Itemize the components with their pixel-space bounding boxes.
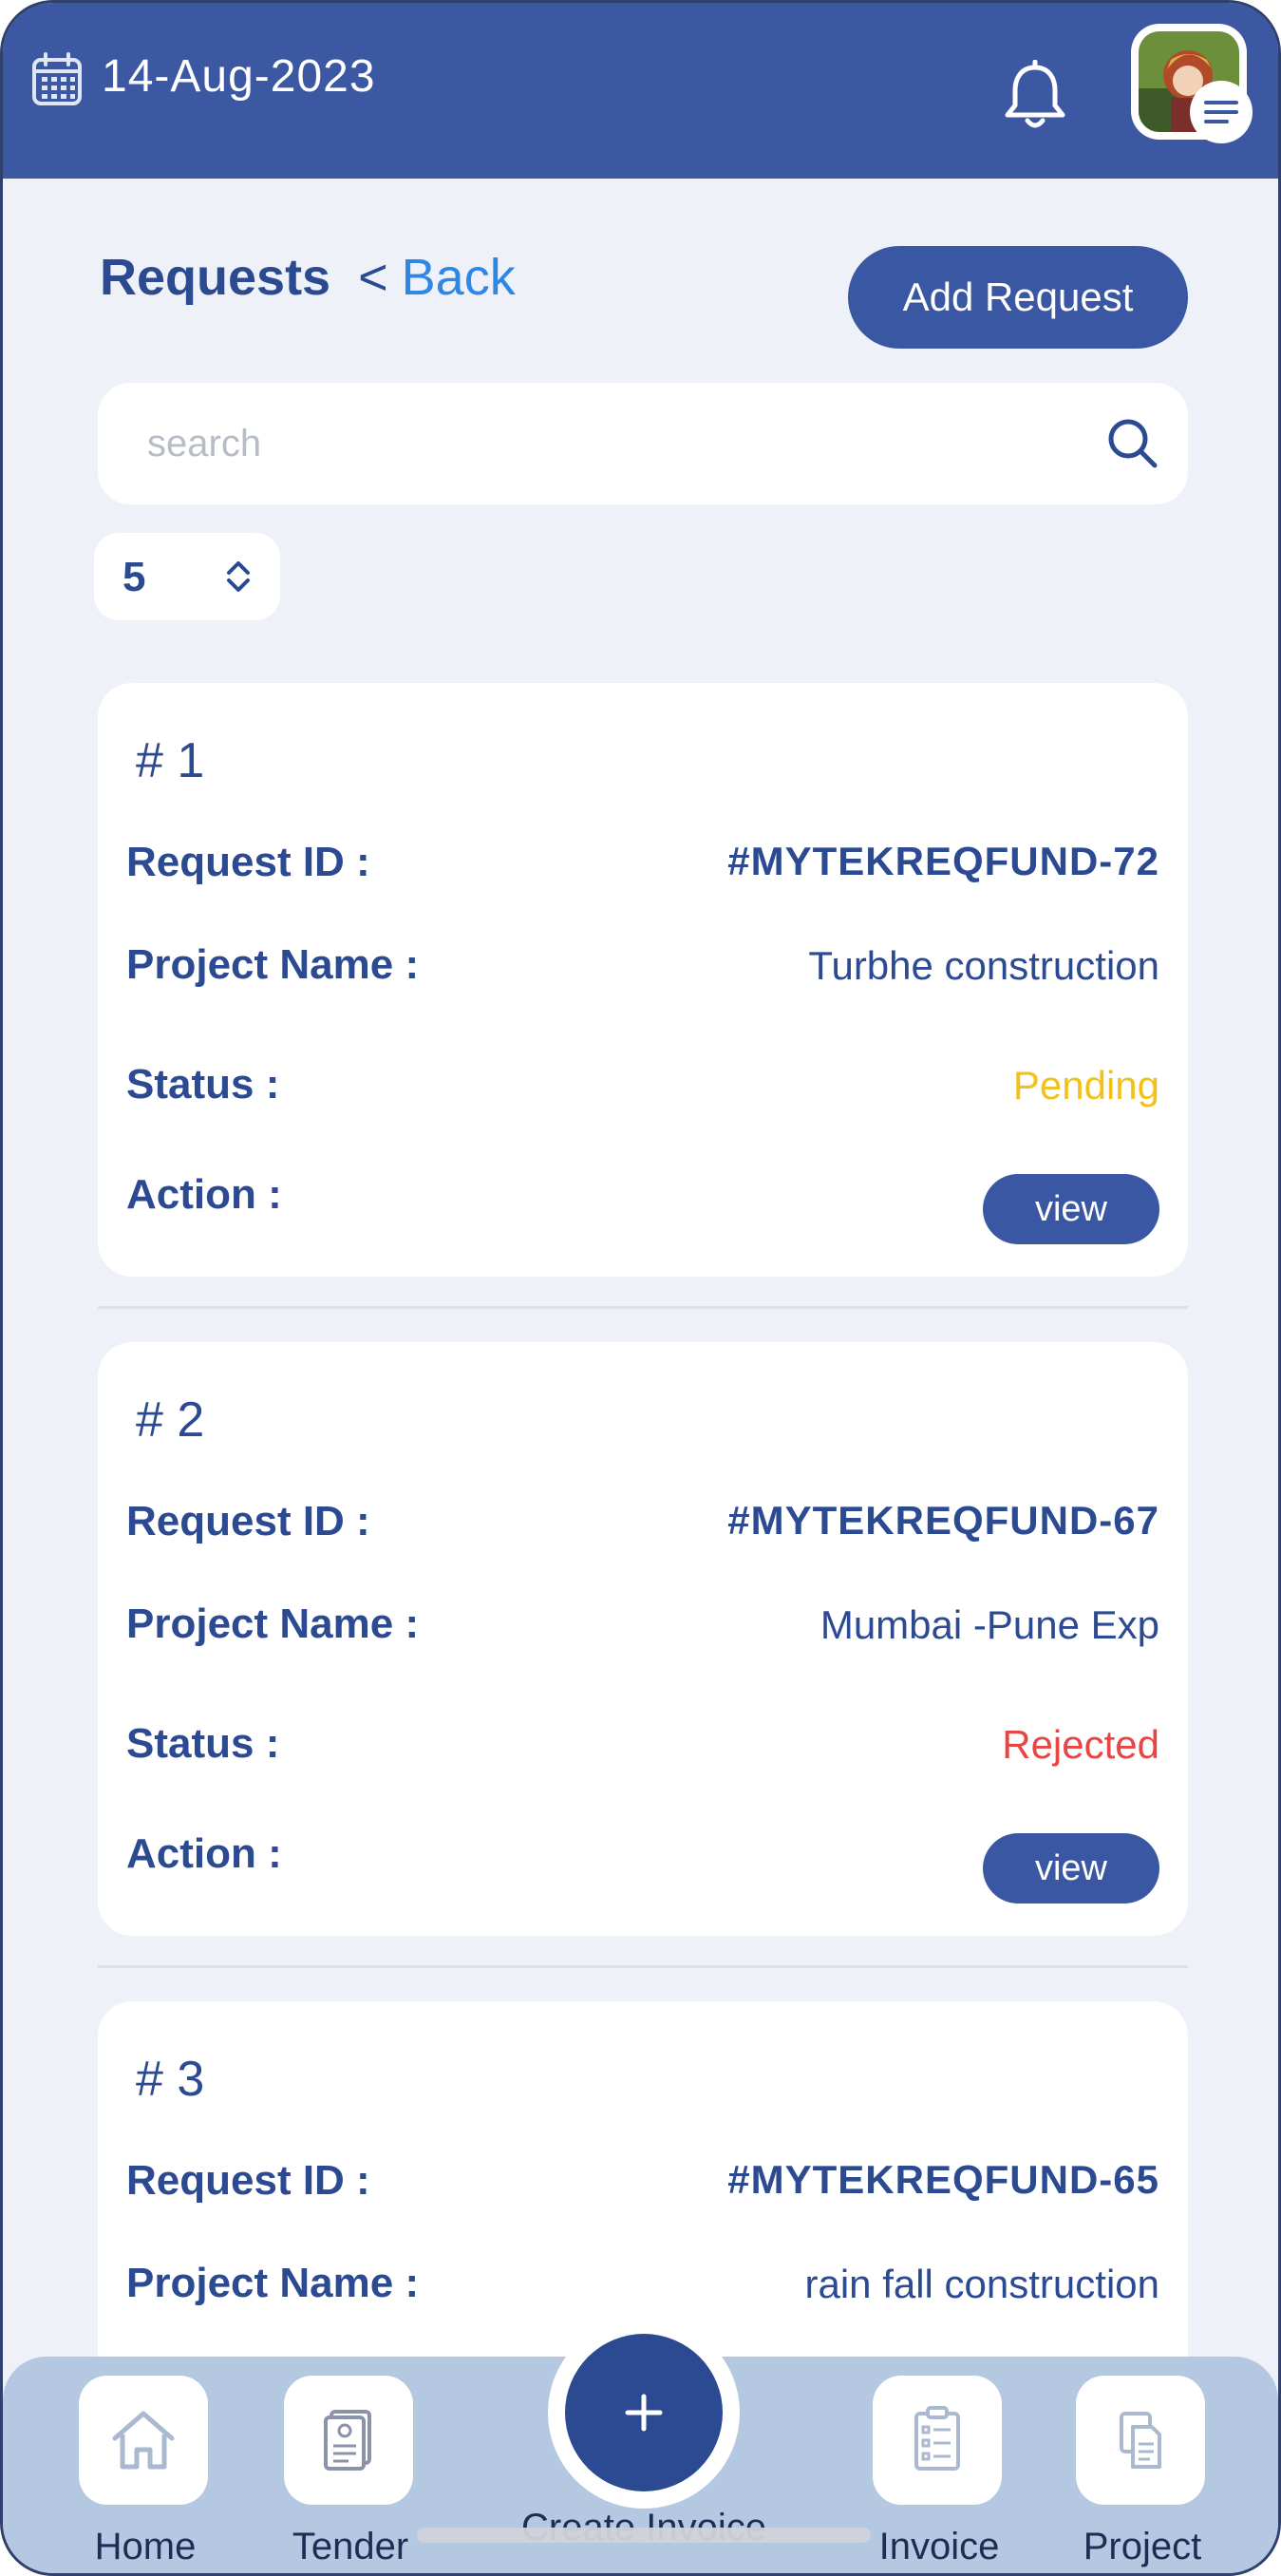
page-size-value: 5 <box>122 554 146 600</box>
card-number: # 2 <box>136 1392 205 1448</box>
add-request-button[interactable]: Add Request <box>848 246 1188 349</box>
search-bar <box>98 383 1188 504</box>
nav-project[interactable]: Project <box>1076 2376 1209 2567</box>
status-label: Status : <box>126 1061 280 1108</box>
back-arrow: < <box>358 249 388 306</box>
home-indicator <box>417 2528 871 2543</box>
card-number: # 3 <box>136 2052 205 2107</box>
page-title: Requests <box>100 249 331 306</box>
action-label: Action : <box>126 1830 282 1877</box>
current-date: 14-Aug-2023 <box>102 51 376 102</box>
menu-button[interactable] <box>1190 81 1253 143</box>
top-header: 14-Aug-2023 <box>3 3 1278 179</box>
status-badge: Rejected <box>1002 1722 1159 1767</box>
title-row: Requests < Back <box>100 248 516 307</box>
view-button[interactable]: view <box>983 1174 1159 1244</box>
request-card: # 2 Request ID : #MYTEKREQFUND-67 Projec… <box>98 1342 1188 1936</box>
nav-tender[interactable]: Tender <box>284 2376 417 2567</box>
request-id-label: Request ID : <box>126 1498 370 1544</box>
page-size-select[interactable]: 5 <box>94 533 280 620</box>
request-id-label: Request ID : <box>126 2157 370 2204</box>
divider <box>98 1306 1188 1309</box>
search-input[interactable] <box>147 415 1049 472</box>
nav-label: Project <box>1083 2526 1202 2567</box>
invoice-icon <box>914 2406 960 2471</box>
request-id-value: #MYTEKREQFUND-72 <box>727 839 1159 883</box>
nav-invoice[interactable]: Invoice <box>873 2376 1006 2567</box>
view-button[interactable]: view <box>983 1833 1159 1904</box>
nav-label: Invoice <box>878 2526 1000 2567</box>
status-badge: Pending <box>1012 1063 1159 1108</box>
menu-icon <box>1204 101 1238 123</box>
create-invoice-button[interactable] <box>565 2334 723 2491</box>
updown-chevron-icon <box>227 561 250 592</box>
project-name-label: Project Name : <box>126 1601 420 1647</box>
nav-label: Home <box>94 2526 197 2567</box>
request-id-value: #MYTEKREQFUND-67 <box>727 1498 1159 1543</box>
request-card: # 1 Request ID : #MYTEKREQFUND-72 Projec… <box>98 683 1188 1277</box>
back-link[interactable]: < Back <box>358 249 516 306</box>
card-number: # 1 <box>136 733 205 788</box>
tender-icon <box>324 2410 371 2471</box>
project-icon <box>1120 2412 1161 2469</box>
calendar-icon <box>32 52 82 105</box>
nav-home[interactable]: Home <box>79 2376 212 2567</box>
request-id-label: Request ID : <box>126 839 370 885</box>
app-screen: 14-Aug-2023 Requests < Back Add Request … <box>0 0 1281 2576</box>
project-name-label: Project Name : <box>126 2260 420 2306</box>
project-name-value: Turbhe construction <box>808 943 1159 988</box>
status-label: Status : <box>126 1720 280 1767</box>
nav-label: Tender <box>292 2526 409 2567</box>
divider <box>98 1965 1188 1968</box>
search-icon[interactable] <box>1102 413 1163 474</box>
project-name-value: Mumbai -Pune Exp <box>819 1602 1159 1647</box>
home-icon <box>112 2411 175 2470</box>
plus-icon <box>625 2394 663 2432</box>
project-name-value: rain fall construction <box>804 2262 1159 2306</box>
bell-icon[interactable] <box>1002 60 1068 132</box>
project-name-label: Project Name : <box>126 941 420 988</box>
back-label: Back <box>401 249 516 306</box>
action-label: Action : <box>126 1171 282 1218</box>
request-id-value: #MYTEKREQFUND-65 <box>727 2157 1159 2202</box>
